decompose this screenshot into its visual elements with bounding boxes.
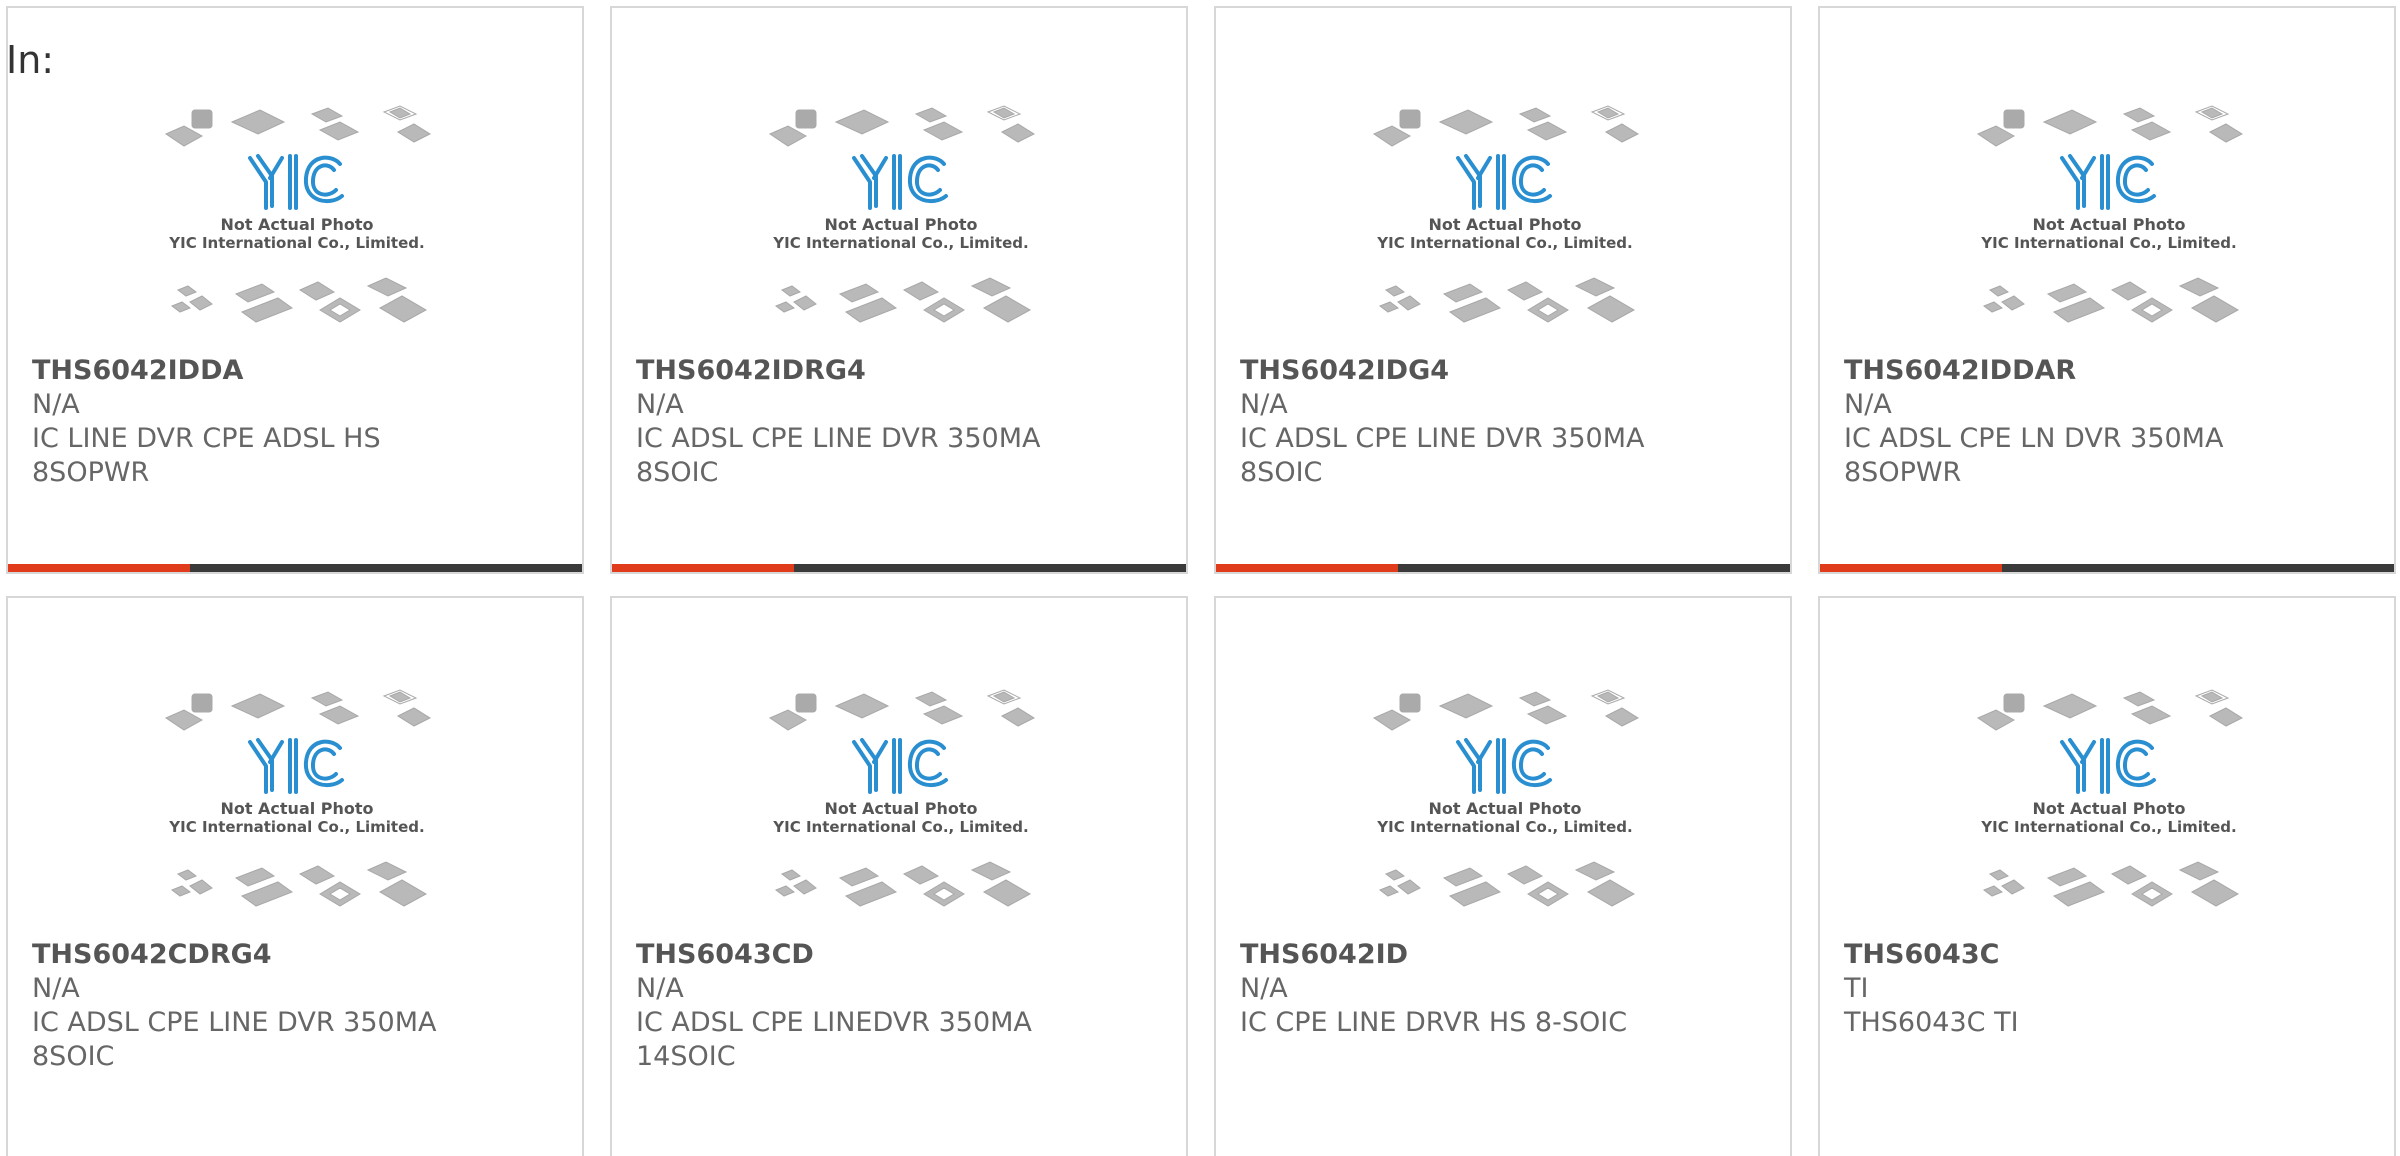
photo-caption-line1: Not Actual Photo	[1428, 799, 1581, 818]
product-photo-placeholder[interactable]: Not Actual Photo YIC International Co., …	[8, 98, 582, 348]
product-info: THS6042IDRG4 N/A IC ADSL CPE LINE DVR 350M…	[636, 354, 1170, 490]
photo-caption-line2: YIC International Co., Limited.	[772, 818, 1028, 836]
yic-logo-icon: Not Actual Photo YIC International Co., …	[1372, 105, 1640, 323]
yic-logo-icon: Not Actual Photo YIC International Co., …	[164, 105, 432, 323]
product-card[interactable]: Not Actual Photo YIC International Co., …	[610, 596, 1188, 1156]
photo-caption-line2: YIC International Co., Limited.	[1376, 234, 1632, 252]
product-grid-page: In: Not Actual Photo YIC International C…	[0, 0, 2400, 1156]
product-description: IC ADSL CPE LINEDVR 350MA	[636, 1007, 1032, 1038]
product-package: 8SOPWR	[1844, 457, 1962, 488]
product-part-number[interactable]: THS6042IDRG4	[636, 354, 1170, 388]
product-manufacturer: N/A	[636, 389, 684, 420]
product-photo-placeholder[interactable]: Not Actual Photo YIC International Co., …	[612, 98, 1186, 348]
photo-caption-line1: Not Actual Photo	[220, 215, 373, 234]
product-info: THS6043C TI THS6043C TI	[1844, 938, 2378, 1040]
product-package: 8SOPWR	[32, 457, 150, 488]
yic-logo-icon: Not Actual Photo YIC International Co., …	[1976, 105, 2244, 323]
photo-caption-line1: Not Actual Photo	[1428, 215, 1581, 234]
product-manufacturer: TI	[1844, 973, 1869, 1004]
product-package: 14SOIC	[636, 1041, 736, 1072]
product-photo-placeholder[interactable]: Not Actual Photo YIC International Co., …	[1216, 682, 1790, 932]
product-info: THS6043CD N/A IC ADSL CPE LINEDVR 350MA 14S…	[636, 938, 1170, 1074]
product-card[interactable]: Not Actual Photo YIC International Co., …	[1214, 596, 1792, 1156]
card-footer-accent	[612, 564, 794, 572]
in-label: In:	[6, 38, 55, 82]
product-part-number[interactable]: THS6042CDRG4	[32, 938, 566, 972]
photo-caption-line1: Not Actual Photo	[2032, 215, 2185, 234]
product-card[interactable]: Not Actual Photo YIC International Co., …	[1818, 6, 2396, 574]
product-card[interactable]: Not Actual Photo YIC International Co., …	[6, 6, 584, 574]
product-photo-placeholder[interactable]: Not Actual Photo YIC International Co., …	[1820, 98, 2394, 348]
product-manufacturer: N/A	[1240, 389, 1288, 420]
product-card[interactable]: Not Actual Photo YIC International Co., …	[610, 6, 1188, 574]
card-footer-accent	[8, 564, 190, 572]
card-footer-bar	[8, 564, 582, 572]
product-manufacturer: N/A	[32, 389, 80, 420]
product-manufacturer: N/A	[1240, 973, 1288, 1004]
product-photo-placeholder[interactable]: Not Actual Photo YIC International Co., …	[1820, 682, 2394, 932]
yic-logo-icon: Not Actual Photo YIC International Co., …	[1372, 689, 1640, 907]
card-footer-accent	[1216, 564, 1398, 572]
product-manufacturer: N/A	[1844, 389, 1892, 420]
card-footer-bar	[1216, 564, 1790, 572]
product-description: IC ADSL CPE LINE DVR 350MA	[32, 1007, 437, 1038]
photo-caption-line2: YIC International Co., Limited.	[772, 234, 1028, 252]
card-footer-accent	[1820, 564, 2002, 572]
product-description: IC ADSL CPE LN DVR 350MA	[1844, 423, 2224, 454]
product-package: 8SOIC	[1240, 457, 1323, 488]
product-photo-placeholder[interactable]: Not Actual Photo YIC International Co., …	[612, 682, 1186, 932]
product-info: THS6042IDDAR N/A IC ADSL CPE LN DVR 350MA 8…	[1844, 354, 2378, 490]
product-part-number[interactable]: THS6042IDDA	[32, 354, 566, 388]
photo-caption-line2: YIC International Co., Limited.	[1980, 234, 2236, 252]
card-footer-bar	[612, 564, 1186, 572]
yic-logo-icon: Not Actual Photo YIC International Co., …	[768, 105, 1036, 323]
product-photo-placeholder[interactable]: Not Actual Photo YIC International Co., …	[1216, 98, 1790, 348]
card-footer-bar	[1820, 564, 2394, 572]
product-package: 8SOIC	[636, 457, 719, 488]
product-part-number[interactable]: THS6043CD	[636, 938, 1170, 972]
product-card[interactable]: Not Actual Photo YIC International Co., …	[1818, 596, 2396, 1156]
yic-logo-icon: Not Actual Photo YIC International Co., …	[164, 689, 432, 907]
product-description: IC ADSL CPE LINE DVR 350MA	[636, 423, 1041, 454]
yic-logo-icon: Not Actual Photo YIC International Co., …	[1976, 689, 2244, 907]
photo-caption-line2: YIC International Co., Limited.	[168, 234, 424, 252]
photo-caption-line2: YIC International Co., Limited.	[1980, 818, 2236, 836]
product-info: THS6042CDRG4 N/A IC ADSL CPE LINE DVR 350M…	[32, 938, 566, 1074]
product-info: THS6042ID N/A IC CPE LINE DRVR HS 8-SOIC	[1240, 938, 1774, 1040]
product-description: IC LINE DVR CPE ADSL HS	[32, 423, 381, 454]
product-card[interactable]: Not Actual Photo YIC International Co., …	[1214, 6, 1792, 574]
photo-caption-line2: YIC International Co., Limited.	[1376, 818, 1632, 836]
photo-caption-line1: Not Actual Photo	[2032, 799, 2185, 818]
photo-caption-line2: YIC International Co., Limited.	[168, 818, 424, 836]
product-manufacturer: N/A	[636, 973, 684, 1004]
photo-caption-line1: Not Actual Photo	[824, 799, 977, 818]
product-description: THS6043C TI	[1844, 1007, 2019, 1038]
product-card[interactable]: Not Actual Photo YIC International Co., …	[6, 596, 584, 1156]
product-part-number[interactable]: THS6042IDDAR	[1844, 354, 2378, 388]
product-photo-placeholder[interactable]: Not Actual Photo YIC International Co., …	[8, 682, 582, 932]
product-info: THS6042IDDA N/A IC LINE DVR CPE ADSL HS 8SO…	[32, 354, 566, 490]
product-info: THS6042IDG4 N/A IC ADSL CPE LINE DVR 350MA…	[1240, 354, 1774, 490]
yic-logo-icon: Not Actual Photo YIC International Co., …	[768, 689, 1036, 907]
product-description: IC CPE LINE DRVR HS 8-SOIC	[1240, 1007, 1628, 1038]
photo-caption-line1: Not Actual Photo	[824, 215, 977, 234]
product-description: IC ADSL CPE LINE DVR 350MA	[1240, 423, 1645, 454]
product-manufacturer: N/A	[32, 973, 80, 1004]
product-package: 8SOIC	[32, 1041, 115, 1072]
product-part-number[interactable]: THS6042ID	[1240, 938, 1774, 972]
product-part-number[interactable]: THS6043C	[1844, 938, 2378, 972]
product-part-number[interactable]: THS6042IDG4	[1240, 354, 1774, 388]
photo-caption-line1: Not Actual Photo	[220, 799, 373, 818]
